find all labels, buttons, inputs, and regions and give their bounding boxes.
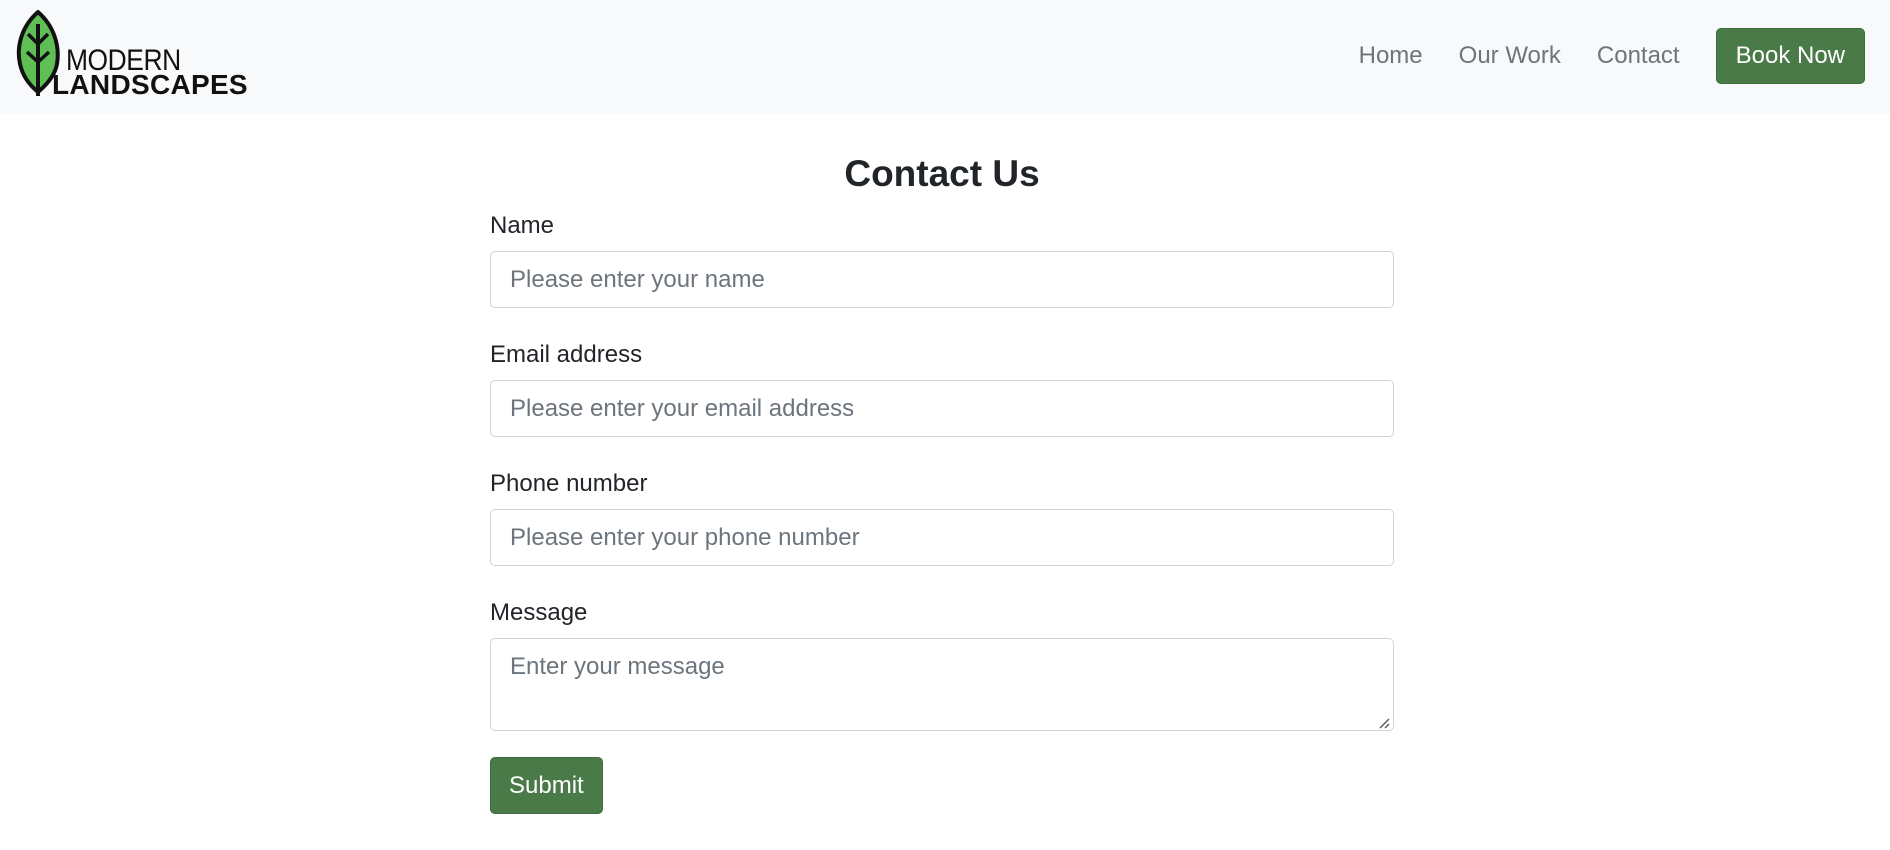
navbar: MODERN LANDSCAPES Home Our Work Contact …: [0, 0, 1890, 114]
message-textarea[interactable]: [490, 638, 1394, 731]
name-group: Name: [490, 212, 1394, 308]
message-group: Message: [490, 599, 1394, 731]
email-label: Email address: [490, 341, 643, 368]
nav-link-contact[interactable]: Contact: [1597, 28, 1680, 84]
logo-text-landscapes: LANDSCAPES: [52, 69, 248, 100]
book-now-button[interactable]: Book Now: [1715, 28, 1865, 84]
resize-handle-icon[interactable]: [1376, 715, 1390, 729]
page-title: Contact Us: [844, 153, 1040, 194]
nav-link-our-work[interactable]: Our Work: [1459, 28, 1561, 84]
nav-link-home[interactable]: Home: [1359, 28, 1423, 84]
email-input[interactable]: [490, 380, 1394, 437]
message-label: Message: [490, 599, 588, 626]
phone-label: Phone number: [490, 470, 648, 497]
email-group: Email address: [490, 341, 1394, 437]
submit-button[interactable]: Submit: [490, 757, 603, 814]
name-label: Name: [490, 212, 555, 239]
phone-input[interactable]: [490, 509, 1394, 566]
phone-group: Phone number: [490, 470, 1394, 566]
nav-links: Home Our Work Contact Book Now: [1359, 28, 1865, 84]
name-input[interactable]: [490, 251, 1394, 308]
brand-logo[interactable]: MODERN LANDSCAPES: [16, 10, 248, 100]
